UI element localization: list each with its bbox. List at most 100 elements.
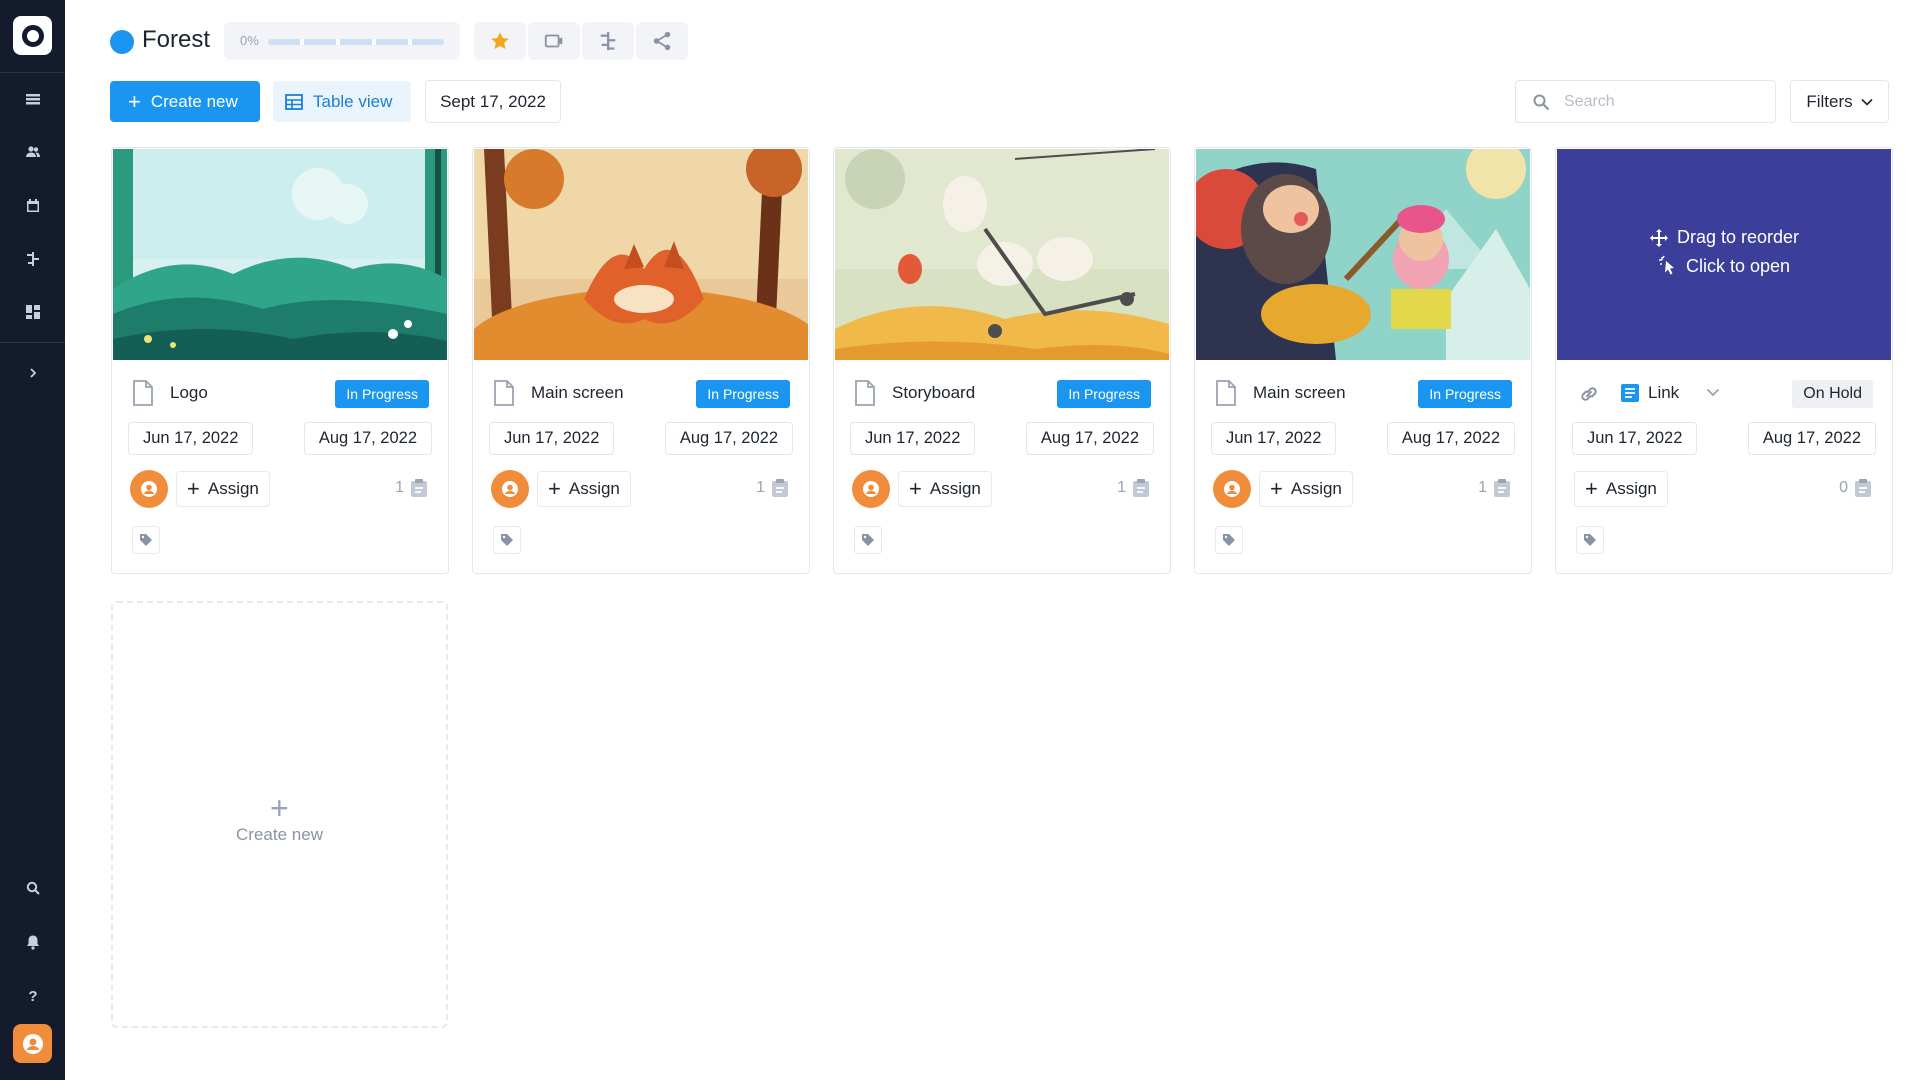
- assignee-avatar[interactable]: [852, 470, 890, 508]
- tag-button[interactable]: [132, 526, 160, 554]
- card-header: Storyboard In Progress: [834, 376, 1170, 410]
- chevron-right-icon[interactable]: [20, 360, 45, 385]
- start-date[interactable]: Jun 17, 2022: [489, 422, 615, 455]
- calendar-icon[interactable]: [20, 193, 45, 218]
- plus-icon: +: [1270, 476, 1283, 501]
- tag-button[interactable]: [1215, 526, 1243, 554]
- task-card[interactable]: Logo In Progress Jun 17, 2022 Aug 17, 20…: [111, 147, 449, 574]
- subtask-count[interactable]: 1: [395, 478, 428, 498]
- clipboard-icon: [1133, 479, 1149, 497]
- task-card[interactable]: Drag to reorder Click to open Link On Ho…: [1555, 147, 1893, 574]
- card-title[interactable]: Link: [1648, 383, 1679, 403]
- subtask-count[interactable]: 0: [1839, 478, 1872, 498]
- assignee-avatar[interactable]: [491, 470, 529, 508]
- clipboard-icon: [1855, 479, 1871, 497]
- chevron-down-icon[interactable]: [1706, 388, 1720, 397]
- end-date[interactable]: Aug 17, 2022: [1025, 422, 1154, 455]
- end-date[interactable]: Aug 17, 2022: [1386, 422, 1515, 455]
- dashboard-icon[interactable]: [20, 299, 45, 324]
- assign-label: Assign: [207, 479, 259, 498]
- app-logo[interactable]: [13, 16, 52, 55]
- assign-button[interactable]: + Assign: [1259, 471, 1353, 507]
- task-card[interactable]: Storyboard In Progress Jun 17, 2022 Aug …: [833, 147, 1171, 574]
- start-date[interactable]: Jun 17, 2022: [1211, 422, 1337, 455]
- card-thumbnail-foxes: [474, 149, 808, 360]
- document-icon: [1216, 380, 1236, 406]
- assign-row: + Assign: [1213, 470, 1353, 508]
- subtask-count-value: 0: [1839, 479, 1848, 496]
- timeline-icon[interactable]: [20, 246, 45, 271]
- task-card[interactable]: Main screen In Progress Jun 17, 2022 Aug…: [1194, 147, 1532, 574]
- search-box[interactable]: [1515, 80, 1776, 123]
- start-date[interactable]: Jun 17, 2022: [128, 422, 254, 455]
- share-button[interactable]: [636, 22, 688, 60]
- start-date[interactable]: Jun 17, 2022: [1572, 422, 1698, 455]
- sidebar-divider: [0, 342, 65, 343]
- sidebar-divider: [0, 72, 65, 73]
- tag-button[interactable]: [493, 526, 521, 554]
- create-new-label: Create new: [150, 91, 238, 111]
- subtask-count-value: 1: [1117, 479, 1126, 496]
- assignee-avatar[interactable]: [1213, 470, 1251, 508]
- tag-button[interactable]: [1576, 526, 1604, 554]
- status-badge[interactable]: In Progress: [335, 380, 429, 408]
- user-avatar[interactable]: [13, 1024, 52, 1063]
- status-badge[interactable]: In Progress: [696, 380, 790, 408]
- favorite-button[interactable]: [474, 22, 526, 60]
- users-icon[interactable]: [20, 139, 45, 164]
- end-date[interactable]: Aug 17, 2022: [303, 422, 432, 455]
- subtask-count-value: 1: [1478, 479, 1487, 496]
- search-icon[interactable]: [20, 875, 45, 900]
- status-badge[interactable]: In Progress: [1418, 380, 1512, 408]
- filters-label: Filters: [1806, 91, 1853, 111]
- link-icon[interactable]: [1578, 383, 1600, 405]
- card-title[interactable]: Main screen: [531, 383, 624, 403]
- plus-icon: +: [548, 476, 561, 501]
- present-button[interactable]: [528, 22, 580, 60]
- help-icon[interactable]: ?: [20, 982, 45, 1007]
- open-hint: Click to open: [1557, 255, 1891, 277]
- end-date[interactable]: Aug 17, 2022: [664, 422, 793, 455]
- status-badge[interactable]: In Progress: [1057, 380, 1151, 408]
- end-date[interactable]: Aug 17, 2022: [1747, 422, 1876, 455]
- progress-bar: [268, 39, 444, 45]
- tag-button[interactable]: [854, 526, 882, 554]
- card-hover-overlay[interactable]: Drag to reorder Click to open: [1557, 149, 1891, 360]
- status-badge[interactable]: On Hold: [1792, 380, 1873, 408]
- assignee-avatar[interactable]: [130, 470, 168, 508]
- assign-button[interactable]: + Assign: [176, 471, 270, 507]
- bell-icon[interactable]: [20, 929, 45, 954]
- timeline-view-button[interactable]: [582, 22, 634, 60]
- assign-button[interactable]: + Assign: [537, 471, 631, 507]
- assign-label: Assign: [929, 479, 981, 498]
- assign-button[interactable]: + Assign: [1574, 471, 1668, 507]
- search-input[interactable]: [1564, 92, 1754, 111]
- move-icon: [1649, 228, 1668, 247]
- card-title[interactable]: Storyboard: [892, 383, 975, 403]
- card-header: Main screen In Progress: [1195, 376, 1531, 410]
- card-title[interactable]: Logo: [170, 383, 208, 403]
- drag-hint: Drag to reorder: [1557, 227, 1891, 248]
- assign-row: + Assign: [1574, 470, 1668, 508]
- plus-icon: +: [270, 790, 289, 826]
- subtask-count[interactable]: 1: [1478, 478, 1511, 498]
- project-progress: 0%: [224, 22, 460, 60]
- create-new-card[interactable]: + Create new: [111, 601, 448, 1028]
- date-picker-button[interactable]: Sept 17, 2022: [425, 80, 561, 123]
- share-icon: [653, 31, 671, 51]
- subtask-count[interactable]: 1: [1117, 478, 1150, 498]
- card-title[interactable]: Main screen: [1253, 383, 1346, 403]
- task-card[interactable]: Main screen In Progress Jun 17, 2022 Aug…: [472, 147, 810, 574]
- create-new-button[interactable]: + Create new: [110, 81, 260, 122]
- assign-row: + Assign: [491, 470, 631, 508]
- filters-button[interactable]: Filters: [1790, 80, 1889, 123]
- start-date[interactable]: Jun 17, 2022: [850, 422, 976, 455]
- assign-button[interactable]: + Assign: [898, 471, 992, 507]
- card-thumbnail-forest: [113, 149, 447, 360]
- subtask-count[interactable]: 1: [756, 478, 789, 498]
- plus-icon: +: [909, 476, 922, 501]
- document-blue-icon: [1621, 384, 1639, 402]
- table-view-button[interactable]: Table view: [273, 81, 411, 122]
- grid-icon[interactable]: [20, 86, 45, 111]
- tag-icon: [1223, 534, 1235, 546]
